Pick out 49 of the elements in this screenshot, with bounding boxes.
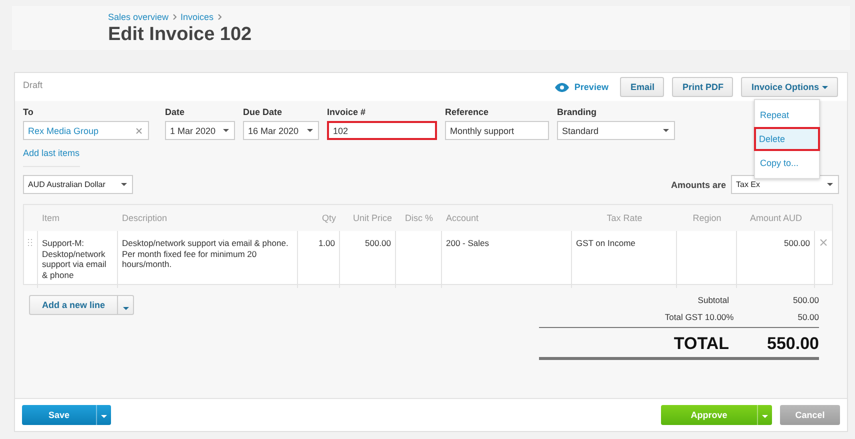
table-cell: Support-M: Desktop/network support via email & phone bbox=[42, 238, 106, 280]
table-cell: 1.00 bbox=[318, 238, 335, 248]
select-field[interactable]: 16 Mar 2020 bbox=[243, 121, 319, 140]
field-label: Due Date bbox=[243, 107, 284, 117]
total-label: Subtotal bbox=[696, 295, 730, 305]
add-last-items-link[interactable]: Add last items bbox=[23, 148, 80, 167]
menu-item[interactable]: Repeat bbox=[755, 103, 819, 127]
approve-dropdown-button[interactable] bbox=[757, 405, 772, 425]
total-label: TOTAL bbox=[672, 334, 730, 354]
field-label: Reference bbox=[445, 107, 490, 117]
table-cell: GST on Income bbox=[576, 238, 636, 248]
currency-select[interactable]: AUD Australian Dollar bbox=[23, 175, 133, 194]
action-button[interactable]: Email bbox=[620, 77, 664, 97]
amounts-are-label: Amounts are bbox=[670, 180, 726, 190]
total-value: 550.00 bbox=[767, 334, 819, 354]
invoice-options-button[interactable]: Invoice Options bbox=[741, 77, 838, 97]
table-cell: 200 - Sales bbox=[446, 238, 489, 248]
breadcrumb-link[interactable]: Sales overview bbox=[108, 12, 169, 22]
field-label: Date bbox=[165, 107, 186, 117]
add-line-button[interactable]: Add a new line bbox=[29, 295, 118, 315]
chevron-icon bbox=[218, 14, 222, 20]
field-label: To bbox=[23, 107, 34, 117]
breadcrumb-link[interactable]: Invoices bbox=[180, 12, 214, 22]
add-line-dropdown-button[interactable] bbox=[118, 295, 134, 315]
input-field[interactable]: Rex Media Group bbox=[23, 121, 149, 140]
remove-icon[interactable] bbox=[820, 239, 827, 246]
total-value: 50.00 bbox=[798, 312, 819, 322]
table-cell: Desktop/network support via email & phone. Per month fixed fee for minimum 20 hours/month. bbox=[122, 238, 288, 270]
preview-link[interactable]: Preview bbox=[555, 82, 608, 92]
chevron-icon bbox=[172, 14, 177, 20]
save-button[interactable]: Save bbox=[22, 405, 96, 425]
input-field[interactable]: 102 bbox=[327, 121, 437, 140]
total-label: Total GST 10.00% bbox=[664, 312, 735, 322]
input-field[interactable]: Monthly support bbox=[445, 121, 549, 140]
action-button[interactable]: Print PDF bbox=[672, 77, 734, 97]
table-cell: 500.00 bbox=[365, 238, 391, 248]
select-field[interactable]: 1 Mar 2020 bbox=[165, 121, 235, 140]
field-label: Branding bbox=[557, 107, 598, 117]
save-dropdown-button[interactable] bbox=[96, 405, 111, 425]
status-label: Draft bbox=[23, 80, 43, 90]
table-cell: 500.00 bbox=[784, 238, 810, 248]
select-field[interactable]: Standard bbox=[557, 121, 675, 140]
field-label: Invoice # bbox=[327, 107, 367, 117]
clear-icon[interactable] bbox=[136, 128, 142, 134]
menu-item[interactable]: Delete bbox=[754, 127, 820, 151]
menu-item[interactable]: Copy to... bbox=[755, 151, 819, 175]
eye-icon bbox=[555, 82, 570, 92]
page-title: Edit Invoice 102 bbox=[108, 24, 253, 46]
total-value: 500.00 bbox=[793, 295, 819, 305]
